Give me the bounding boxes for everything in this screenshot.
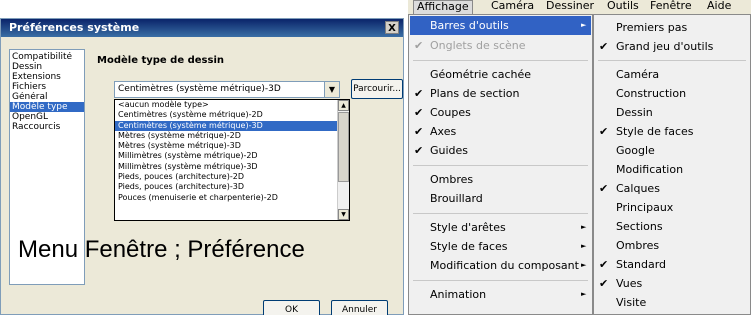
dropdown-scrollbar[interactable]: ▲ ▼: [337, 100, 349, 220]
category-item-raccourcis[interactable]: Raccourcis: [10, 122, 84, 132]
menu-separator: [413, 280, 588, 281]
menu-item-axes[interactable]: Axes: [430, 122, 456, 141]
menu-item-style-aretes[interactable]: Style d'arêtes: [430, 218, 506, 237]
check-icon: ✔: [414, 106, 424, 119]
check-icon: ✔: [599, 277, 609, 290]
submenu-item-modification[interactable]: Modification: [616, 160, 683, 179]
menubar-item-camera[interactable]: Caméra: [488, 0, 537, 14]
submenu-arrow-icon: ►: [581, 223, 587, 231]
check-icon: ✔: [599, 258, 609, 271]
menubar-item-affichage[interactable]: Affichage: [413, 0, 473, 14]
section-title: Modèle type de dessin: [97, 55, 224, 66]
template-option[interactable]: Millimètres (système métrique)-3D: [115, 162, 337, 172]
template-dropdown-list: <aucun modèle type> Centimètres (système…: [114, 99, 350, 221]
category-item-modele-type[interactable]: Modèle type: [10, 102, 84, 112]
menubar-item-dessiner[interactable]: Dessiner: [543, 0, 597, 14]
dropdown-arrow-icon[interactable]: ▼: [324, 82, 339, 97]
check-icon: ✔: [414, 144, 424, 157]
submenu-item-dessin[interactable]: Dessin: [616, 103, 653, 122]
submenu-item-construction[interactable]: Construction: [616, 84, 686, 103]
submenu-item-google[interactable]: Google: [616, 141, 655, 160]
check-icon: ✔: [414, 87, 424, 100]
dialog-title: Préférences système: [1, 19, 403, 37]
template-option[interactable]: Mètres (système métrique)-3D: [115, 141, 337, 151]
menu-item-plans-section[interactable]: Plans de section: [430, 84, 520, 103]
menu-separator: [413, 165, 588, 166]
category-item-compatibilite[interactable]: Compatibilité: [10, 52, 84, 62]
check-icon: ✔: [599, 125, 609, 138]
scroll-down-icon[interactable]: ▼: [338, 209, 349, 220]
close-button[interactable]: X: [385, 21, 399, 34]
template-option[interactable]: Pouces (menuiserie et charpenterie)-2D: [115, 193, 337, 203]
submenu-item-standard[interactable]: Standard: [616, 255, 666, 274]
menu-item-animation[interactable]: Animation: [430, 285, 486, 304]
submenu-item-calques[interactable]: Calques: [616, 179, 660, 198]
menubar-item-fenetre[interactable]: Fenêtre: [647, 0, 695, 14]
submenu-item-grand-jeu-outils[interactable]: Grand jeu d'outils: [616, 37, 713, 56]
submenu-arrow-icon: ►: [581, 290, 587, 298]
menu-item-brouillard[interactable]: Brouillard: [430, 189, 483, 208]
caption-text: Menu Fenêtre ; Préférence: [18, 236, 305, 263]
menu-separator: [413, 60, 588, 61]
template-option-selected[interactable]: Centimètres (système métrique)-3D: [115, 120, 337, 131]
submenu-item-style-faces[interactable]: Style de faces: [616, 122, 694, 141]
submenu-arrow-icon: ►: [581, 21, 587, 29]
view-menu: Barres d'outils ► ✔ Onglets de scène Géo…: [408, 14, 593, 315]
menu-separator: [598, 60, 746, 61]
menu-item-ombres[interactable]: Ombres: [430, 170, 473, 189]
menubar: Affichage Caméra Dessiner Outils Fenêtre…: [408, 0, 751, 14]
submenu-item-sections[interactable]: Sections: [616, 217, 663, 236]
template-option[interactable]: Millimètres (système métrique)-2D: [115, 151, 337, 161]
ok-button[interactable]: OK: [263, 300, 320, 315]
check-icon: ✔: [414, 39, 424, 52]
submenu-item-camera[interactable]: Caméra: [616, 65, 659, 84]
menu-item-modification-composant[interactable]: Modification du composant: [430, 256, 579, 275]
menu-item-onglets-scene[interactable]: Onglets de scène: [430, 36, 526, 55]
cancel-button[interactable]: Annuler: [331, 300, 388, 315]
toolbars-submenu: Premiers pas ✔ Grand jeu d'outils Caméra…: [593, 14, 751, 315]
category-item-dessin[interactable]: Dessin: [10, 62, 84, 72]
category-item-fichiers[interactable]: Fichiers: [10, 82, 84, 92]
browse-button[interactable]: Parcourir...: [351, 79, 403, 99]
menu-item-label: Barres d'outils: [430, 19, 509, 32]
template-option[interactable]: Centimètres (système métrique)-2D: [115, 110, 337, 120]
menubar-item-outils[interactable]: Outils: [604, 0, 642, 14]
submenu-item-principaux[interactable]: Principaux: [616, 198, 673, 217]
menu-item-style-faces[interactable]: Style de faces: [430, 237, 508, 256]
check-icon: ✔: [599, 182, 609, 195]
template-select-value: Centimètres (système métrique)-3D: [118, 84, 281, 94]
submenu-arrow-icon: ►: [581, 261, 587, 269]
submenu-arrow-icon: ►: [581, 242, 587, 250]
category-item-general[interactable]: Général: [10, 92, 84, 102]
submenu-item-premiers-pas[interactable]: Premiers pas: [616, 18, 687, 37]
menu-item-guides[interactable]: Guides: [430, 141, 468, 160]
submenu-item-vues[interactable]: Vues: [616, 274, 642, 293]
template-option[interactable]: Mètres (système métrique)-2D: [115, 131, 337, 141]
category-item-extensions[interactable]: Extensions: [10, 72, 84, 82]
template-option[interactable]: <aucun modèle type>: [115, 100, 337, 110]
menu-item-geometrie-cachee[interactable]: Géométrie cachée: [430, 65, 531, 84]
submenu-item-visite[interactable]: Visite: [616, 293, 646, 312]
menu-separator: [413, 213, 588, 214]
submenu-item-ombres[interactable]: Ombres: [616, 236, 659, 255]
template-option[interactable]: Pieds, pouces (architecture)-3D: [115, 182, 337, 192]
menu-item-coupes[interactable]: Coupes: [430, 103, 471, 122]
check-icon: ✔: [414, 125, 424, 138]
scroll-up-icon[interactable]: ▲: [338, 100, 349, 111]
preferences-dialog: Préférences système X Compatibilité Dess…: [0, 18, 404, 315]
template-option[interactable]: Pieds, pouces (architecture)-2D: [115, 172, 337, 182]
check-icon: ✔: [599, 40, 609, 53]
menubar-item-aide[interactable]: Aide: [704, 0, 734, 14]
scroll-thumb[interactable]: [338, 112, 349, 182]
menu-item-barres-outils[interactable]: Barres d'outils ►: [410, 16, 591, 35]
template-select[interactable]: Centimètres (système métrique)-3D ▼: [114, 81, 340, 98]
category-item-opengl[interactable]: OpenGL: [10, 112, 84, 122]
